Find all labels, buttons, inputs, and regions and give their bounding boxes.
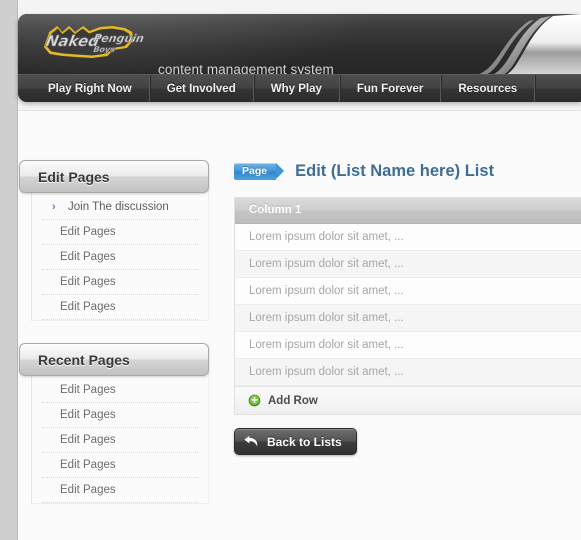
- svg-text:Naked: Naked: [44, 32, 101, 50]
- sidebar-item[interactable]: Edit Pages: [42, 403, 198, 428]
- sidebar-item[interactable]: Edit Pages: [42, 478, 198, 503]
- svg-text:Penguin: Penguin: [92, 32, 145, 45]
- page-type-badge: Page: [234, 162, 285, 180]
- sidebar-item-label: Edit Pages: [60, 301, 116, 313]
- table-row[interactable]: Lorem ipsum dolor sit amet, ...: [235, 278, 581, 305]
- sidebar-item[interactable]: Edit Pages: [42, 220, 198, 245]
- sidebar-item-label: Edit Pages: [60, 251, 116, 263]
- list-table: Column 1 Lorem ipsum dolor sit amet, ... L…: [234, 197, 581, 415]
- nav-item-4[interactable]: Resources: [441, 75, 536, 102]
- sidebar-panel-title: Recent Pages: [38, 351, 130, 368]
- table-row[interactable]: Lorem ipsum dolor sit amet, ...: [235, 251, 581, 278]
- svg-text:Boys: Boys: [93, 45, 116, 54]
- main-content: Page Edit (List Name here) List Column 1…: [234, 158, 581, 455]
- nav-item-1[interactable]: Get Involved: [150, 75, 254, 102]
- main-navigation: Play Right Now Get Involved Why Play Fun Fo…: [18, 74, 581, 102]
- site-header: Naked Penguin Boys content management sy…: [18, 14, 581, 102]
- naked-penguin-boys-logo[interactable]: Naked Penguin Boys: [38, 21, 150, 67]
- sidebar-panel-1: Recent Pages Edit Pages Edit Pages Edit Pag…: [19, 343, 209, 504]
- back-to-lists-label: Back to Lists: [267, 434, 342, 449]
- nav-item-2[interactable]: Why Play: [254, 75, 340, 102]
- sidebar: Edit Pages › Join The discussion Edit Pages…: [19, 160, 209, 526]
- chevron-right-icon: ›: [52, 201, 56, 213]
- add-row-button[interactable]: Add Row: [235, 386, 581, 414]
- table-column-header[interactable]: Column 1: [235, 198, 581, 224]
- sidebar-panel-0: Edit Pages › Join The discussion Edit Pages…: [19, 160, 209, 321]
- page-root: Naked Penguin Boys content management sy…: [0, 0, 581, 540]
- sidebar-item-label: Join The discussion: [68, 201, 169, 213]
- sidebar-item[interactable]: Edit Pages: [42, 428, 198, 453]
- chrome-swoosh-decoration: [471, 14, 581, 76]
- sidebar-item[interactable]: Edit Pages: [42, 378, 198, 403]
- sidebar-item[interactable]: Edit Pages: [42, 270, 198, 295]
- sidebar-item-label: Edit Pages: [60, 276, 116, 288]
- page-title: Edit (List Name here) List: [295, 161, 495, 180]
- back-to-lists-button[interactable]: Back to Lists: [234, 428, 357, 455]
- table-row[interactable]: Lorem ipsum dolor sit amet, ...: [235, 359, 581, 386]
- page-title-row: Page Edit (List Name here) List: [234, 158, 581, 184]
- sidebar-panel-title: Edit Pages: [38, 168, 110, 185]
- add-row-label: Add Row: [268, 394, 318, 407]
- sidebar-item-label: Edit Pages: [60, 384, 116, 396]
- sidebar-panel-header-1[interactable]: Recent Pages: [19, 343, 209, 376]
- sidebar-item-label: Edit Pages: [60, 226, 116, 238]
- page-badge-label: Page: [242, 165, 268, 177]
- sidebar-item-label: Edit Pages: [60, 459, 116, 471]
- sidebar-item[interactable]: Edit Pages: [42, 453, 198, 478]
- header-banner: Naked Penguin Boys content management sy…: [18, 14, 581, 77]
- sidebar-item-label: Edit Pages: [60, 409, 116, 421]
- sidebar-item-label: Edit Pages: [60, 484, 116, 496]
- table-row[interactable]: Lorem ipsum dolor sit amet, ...: [235, 224, 581, 251]
- table-row[interactable]: Lorem ipsum dolor sit amet, ...: [235, 332, 581, 359]
- sidebar-item[interactable]: › Join The discussion: [42, 195, 198, 220]
- undo-arrow-icon: [244, 435, 258, 447]
- sidebar-panel-body-0: › Join The discussion Edit Pages Edit Pages…: [31, 189, 209, 321]
- plus-circle-icon: [248, 394, 261, 407]
- sidebar-item[interactable]: Edit Pages: [42, 295, 198, 320]
- nav-item-3[interactable]: Fun Forever: [340, 75, 442, 102]
- sidebar-panel-header-0[interactable]: Edit Pages: [19, 160, 209, 193]
- sidebar-panel-body-1: Edit Pages Edit Pages Edit Pages Edit Pages…: [31, 372, 209, 504]
- sidebar-item-label: Edit Pages: [60, 434, 116, 446]
- sidebar-item[interactable]: Edit Pages: [42, 245, 198, 270]
- table-row[interactable]: Lorem ipsum dolor sit amet, ...: [235, 305, 581, 332]
- nav-item-0[interactable]: Play Right Now: [31, 75, 150, 102]
